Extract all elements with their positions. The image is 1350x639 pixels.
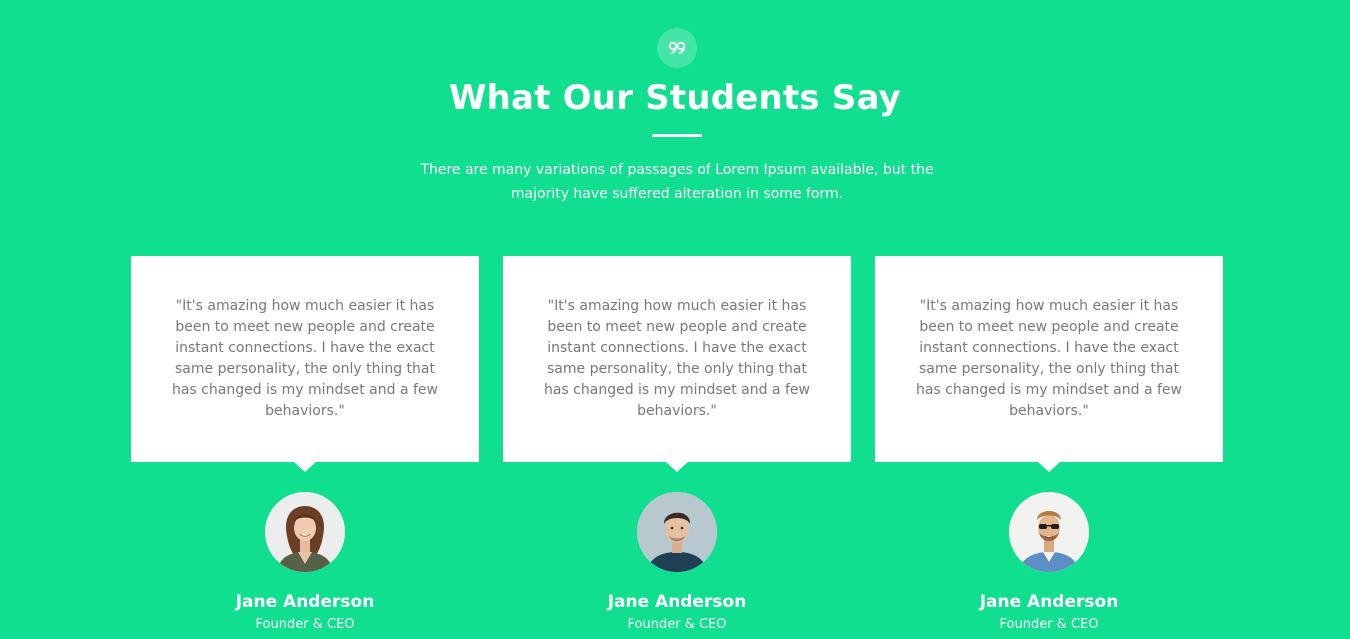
testimonial-card: "It's amazing how much easier it has bee… — [131, 256, 479, 639]
testimonial-quote: "It's amazing how much easier it has bee… — [915, 298, 1182, 419]
testimonial-quote: "It's amazing how much easier it has bee… — [543, 298, 810, 419]
testimonial-card: "It's amazing how much easier it has bee… — [503, 256, 851, 639]
woman-avatar-icon — [265, 492, 345, 572]
quote-icon — [657, 28, 697, 68]
testimonial-role: Founder & CEO — [255, 617, 355, 632]
testimonial-quote: "It's amazing how much easier it has bee… — [171, 298, 438, 419]
section-title: What Our Students Say — [448, 78, 902, 118]
quote-box: "It's amazing how much easier it has bee… — [131, 256, 479, 472]
testimonial-name: Jane Anderson — [979, 592, 1119, 612]
man-sunglasses-avatar-icon — [1009, 492, 1089, 572]
testimonial-card: "It's amazing how much easier it has bee… — [875, 256, 1223, 639]
quote-box: "It's amazing how much easier it has bee… — [503, 256, 851, 472]
testimonial-role: Founder & CEO — [999, 617, 1099, 632]
quote-box: "It's amazing how much easier it has bee… — [875, 256, 1223, 472]
section-subtitle: There are many variations of passages of… — [420, 162, 934, 202]
testimonial-name: Jane Anderson — [607, 592, 747, 612]
testimonial-role: Founder & CEO — [627, 617, 727, 632]
testimonials-section: What Our Students Say There are many var… — [0, 0, 1350, 639]
testimonial-list: "It's amazing how much easier it has bee… — [131, 256, 1223, 639]
title-divider — [652, 134, 702, 137]
testimonial-name: Jane Anderson — [235, 592, 375, 612]
man-avatar-icon — [637, 492, 717, 572]
